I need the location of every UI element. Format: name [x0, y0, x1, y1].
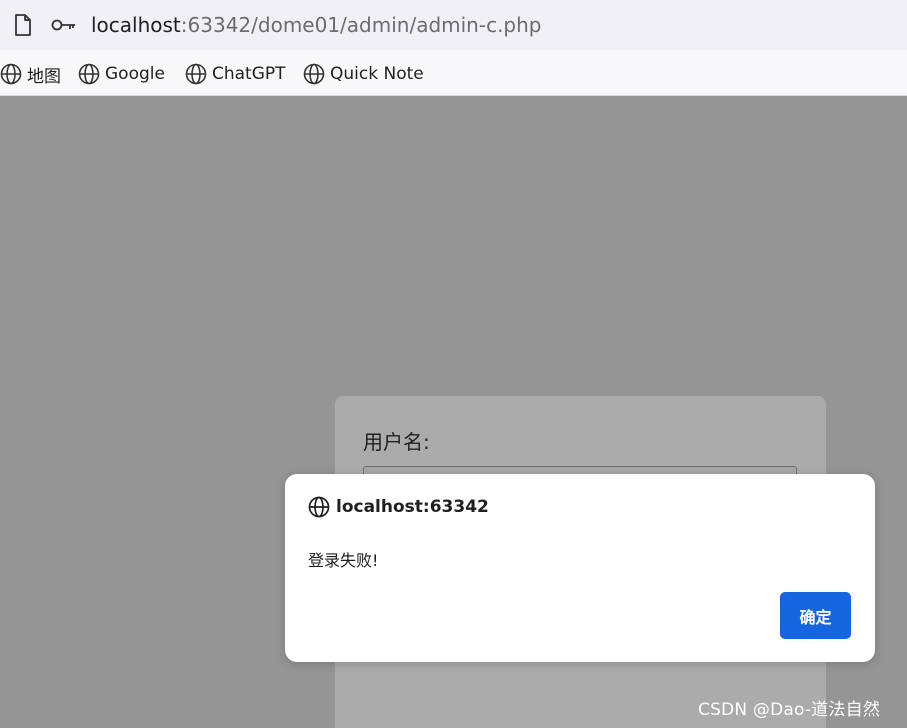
dialog-origin: localhost:63342	[336, 497, 489, 517]
globe-icon	[185, 63, 207, 85]
globe-icon	[78, 63, 100, 85]
page-icon	[15, 14, 31, 36]
dialog-message: 登录失败!	[308, 551, 379, 570]
alert-dialog: localhost:63342 登录失败! 确定	[285, 474, 875, 662]
bookmark-chatgpt[interactable]: ChatGPT	[185, 62, 286, 86]
address-bar[interactable]: localhost:63342/dome01/admin/admin-c.php	[0, 0, 907, 50]
bookmark-label: ChatGPT	[212, 64, 286, 84]
bookmarks-bar: 地图 Google ChatGPT Quick Note	[0, 50, 907, 96]
bookmark-google[interactable]: Google	[78, 62, 165, 86]
bookmark-quick-note[interactable]: Quick Note	[303, 62, 424, 86]
username-label: 用户名:	[363, 430, 430, 454]
ok-button[interactable]: 确定	[780, 592, 851, 639]
dialog-title: localhost:63342	[308, 496, 489, 518]
bookmark-label: Quick Note	[330, 64, 424, 84]
globe-icon	[308, 496, 330, 518]
globe-icon	[0, 63, 22, 85]
url-text[interactable]: localhost:63342/dome01/admin/admin-c.php	[91, 12, 542, 38]
url-host: localhost	[91, 13, 181, 37]
key-icon[interactable]	[51, 14, 77, 36]
watermark: CSDN @Dao-道法自然	[698, 700, 881, 720]
bookmark-label: Google	[105, 64, 165, 84]
bookmark-label: 地图	[27, 66, 61, 87]
bookmark-map[interactable]: 地图	[0, 62, 61, 87]
globe-icon	[303, 63, 325, 85]
url-path: :63342/dome01/admin/admin-c.php	[180, 13, 542, 37]
